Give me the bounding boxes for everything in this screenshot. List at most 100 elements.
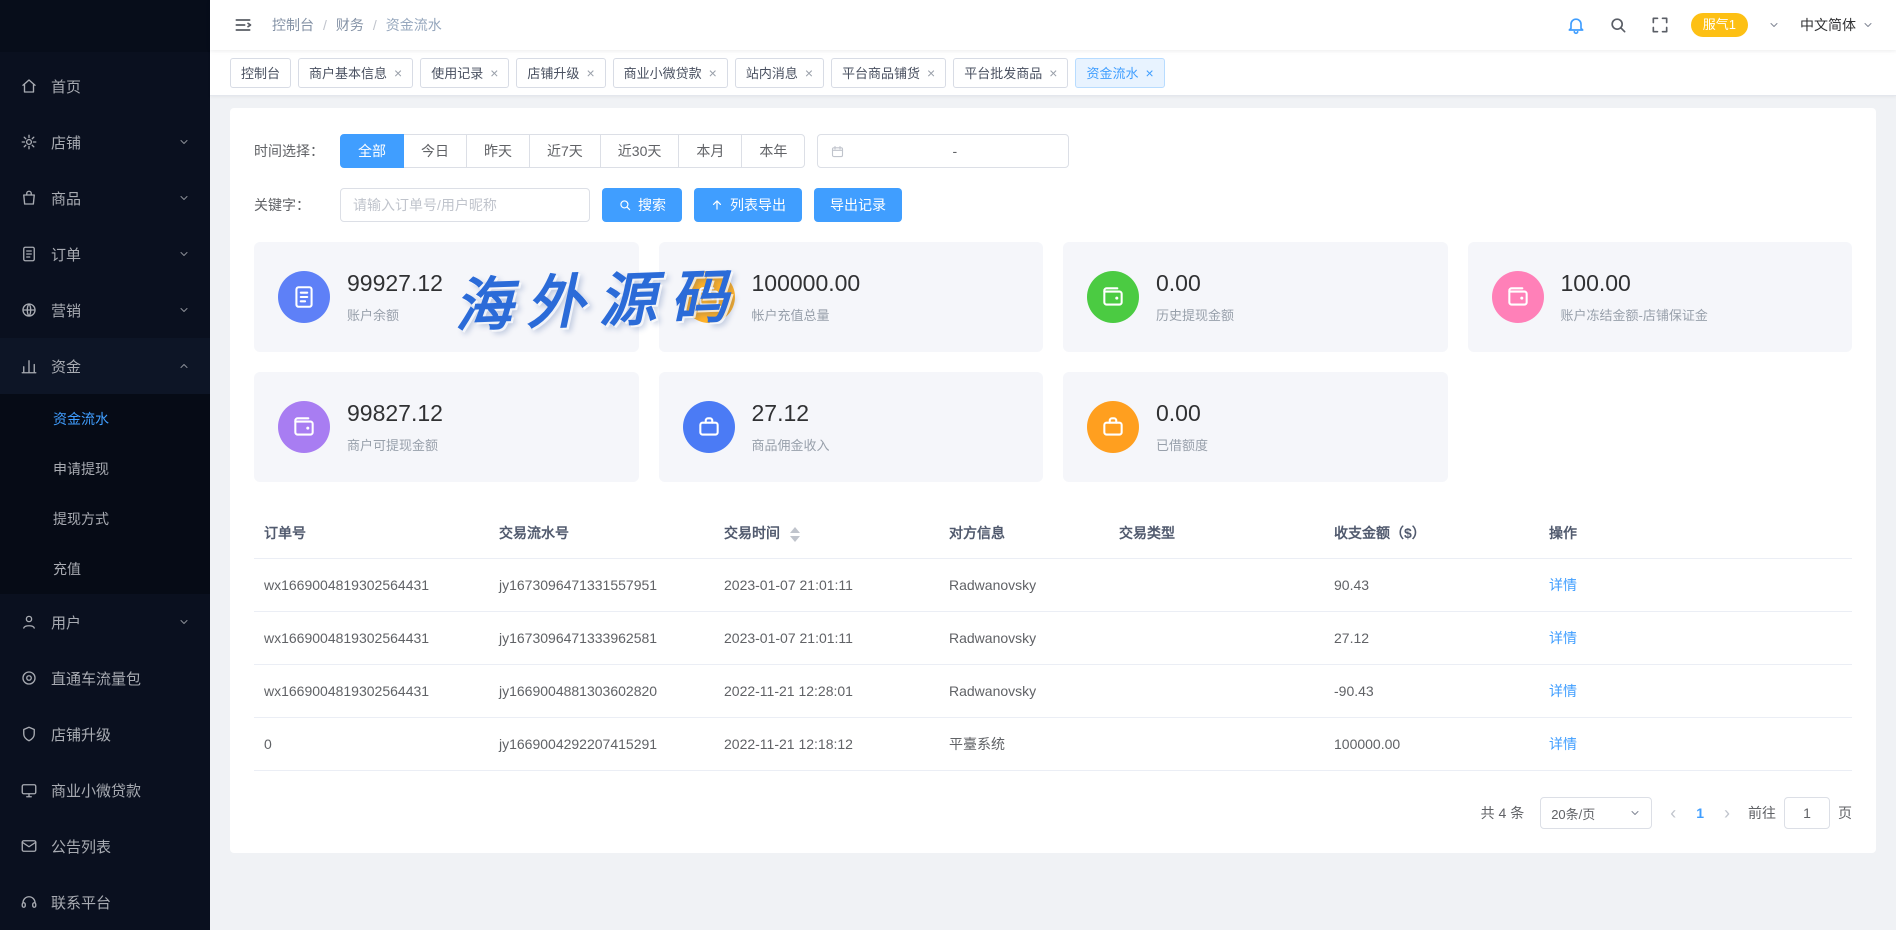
submenu-item-label: 申请提现 xyxy=(53,459,109,479)
cell-flow-no: jy1669004881303602820 xyxy=(489,665,714,718)
date-range-separator: - xyxy=(927,143,984,159)
globe-icon xyxy=(20,301,38,319)
fullscreen-icon[interactable] xyxy=(1649,14,1671,36)
submenu-item-funds-flow[interactable]: 资金流水 xyxy=(0,394,210,444)
tab-platform-wholesale[interactable]: 平台批发商品 × xyxy=(953,58,1068,88)
cell-order-no: 0 xyxy=(254,718,489,771)
tab-funds-flow[interactable]: 资金流水 × xyxy=(1075,58,1164,88)
sidebar-item-announcements[interactable]: 公告列表 xyxy=(0,818,210,874)
time-option-yesterday[interactable]: 昨天 xyxy=(466,134,530,168)
close-icon[interactable]: × xyxy=(490,66,498,80)
tab-label: 商业小微贷款 xyxy=(624,63,702,82)
bell-icon[interactable] xyxy=(1565,14,1587,36)
tab-label: 站内消息 xyxy=(746,63,798,82)
funds-flow-panel: 时间选择： 全部 今日 昨天 近7天 近30天 本月 本年 - xyxy=(230,108,1876,853)
page-size-select[interactable]: 20条/页 xyxy=(1540,797,1652,829)
app-root: 首页 店铺 商品 订单 营销 xyxy=(0,0,1896,930)
next-page-icon[interactable]: › xyxy=(1722,804,1732,822)
time-option-30days[interactable]: 近30天 xyxy=(600,134,680,168)
language-selector[interactable]: 中文简体 xyxy=(1800,15,1874,35)
tab-label: 使用记录 xyxy=(431,63,483,82)
tab-micro-loan[interactable]: 商业小微贷款 × xyxy=(613,58,728,88)
stat-label: 帐户充值总量 xyxy=(752,305,861,324)
prev-page-icon[interactable]: ‹ xyxy=(1668,804,1678,822)
collapse-menu-icon[interactable] xyxy=(232,14,254,36)
sidebar-item-label: 资金 xyxy=(51,356,81,377)
sidebar-item-traffic-package[interactable]: 直通车流量包 xyxy=(0,650,210,706)
time-option-month[interactable]: 本月 xyxy=(678,134,742,168)
column-time[interactable]: 交易时间 xyxy=(714,508,939,559)
cell-order-no: wx1669004819302564431 xyxy=(254,559,489,612)
close-icon[interactable]: × xyxy=(586,66,594,80)
close-icon[interactable]: × xyxy=(805,66,813,80)
stat-card-frozen-deposit: 100.00 账户冻结金额-店铺保证金 xyxy=(1468,242,1853,352)
close-icon[interactable]: × xyxy=(1049,66,1057,80)
column-time-label: 交易时间 xyxy=(724,525,780,541)
sidebar-logo xyxy=(0,0,210,52)
sidebar-item-label: 营销 xyxy=(51,300,81,321)
tab-platform-goods[interactable]: 平台商品铺货 × xyxy=(831,58,946,88)
topbar-actions: 服气1 中文简体 xyxy=(1565,13,1874,37)
time-option-year[interactable]: 本年 xyxy=(741,134,805,168)
goto-page-input[interactable] xyxy=(1784,797,1830,829)
cell-type xyxy=(1109,665,1324,718)
sidebar-item-goods[interactable]: 商品 xyxy=(0,170,210,226)
keyword-input[interactable] xyxy=(340,188,590,222)
sidebar: 首页 店铺 商品 订单 营销 xyxy=(0,0,210,930)
sidebar-item-home[interactable]: 首页 xyxy=(0,58,210,114)
tab-usage-record[interactable]: 使用记录 × xyxy=(420,58,509,88)
sidebar-item-label: 订单 xyxy=(51,244,81,265)
search-button[interactable]: 搜索 xyxy=(602,188,682,222)
stat-label: 账户余额 xyxy=(347,305,443,324)
close-icon[interactable]: × xyxy=(927,66,935,80)
stat-value: 99927.12 xyxy=(347,270,443,297)
tab-site-message[interactable]: 站内消息 × xyxy=(735,58,824,88)
tab-merchant-info[interactable]: 商户基本信息 × xyxy=(298,58,413,88)
export-record-button-label: 导出记录 xyxy=(830,195,886,215)
detail-link[interactable]: 详情 xyxy=(1549,683,1577,699)
detail-link[interactable]: 详情 xyxy=(1549,577,1577,593)
breadcrumb-item[interactable]: 财务 xyxy=(336,15,364,35)
sidebar-item-micro-loan[interactable]: 商业小微贷款 xyxy=(0,762,210,818)
tab-shop-upgrade[interactable]: 店铺升级 × xyxy=(516,58,605,88)
detail-link[interactable]: 详情 xyxy=(1549,736,1577,752)
chevron-down-icon[interactable] xyxy=(1768,19,1780,31)
sidebar-item-shop[interactable]: 店铺 xyxy=(0,114,210,170)
close-icon[interactable]: × xyxy=(394,66,402,80)
submenu-item-withdraw-apply[interactable]: 申请提现 xyxy=(0,444,210,494)
sidebar-item-shop-upgrade[interactable]: 店铺升级 xyxy=(0,706,210,762)
stat-card-balance: 99927.12 账户余额 xyxy=(254,242,639,352)
stat-label: 商品佣金收入 xyxy=(752,435,830,454)
tab-console[interactable]: 控制台 xyxy=(230,58,291,88)
sidebar-item-funds[interactable]: 资金 xyxy=(0,338,210,394)
submenu-item-withdraw-method[interactable]: 提现方式 xyxy=(0,494,210,544)
submenu-item-recharge[interactable]: 充值 xyxy=(0,544,210,594)
export-list-button[interactable]: 列表导出 xyxy=(694,188,802,222)
tab-label: 商户基本信息 xyxy=(309,63,387,82)
time-option-7days[interactable]: 近7天 xyxy=(529,134,601,168)
page-number[interactable]: 1 xyxy=(1694,805,1706,821)
sidebar-item-contact-platform[interactable]: 联系平台 xyxy=(0,874,210,930)
close-icon[interactable]: × xyxy=(709,66,717,80)
search-icon[interactable] xyxy=(1607,14,1629,36)
chevron-down-icon xyxy=(178,136,190,148)
chevron-down-icon xyxy=(1862,19,1874,31)
sidebar-item-users[interactable]: 用户 xyxy=(0,594,210,650)
time-option-all[interactable]: 全部 xyxy=(340,134,404,168)
close-icon[interactable]: × xyxy=(1145,66,1153,80)
bag-icon xyxy=(20,189,38,207)
time-option-today[interactable]: 今日 xyxy=(403,134,467,168)
wallet-icon xyxy=(683,271,735,323)
page-size-value: 20条/页 xyxy=(1551,804,1595,823)
funds-submenu: 资金流水 申请提现 提现方式 充值 xyxy=(0,394,210,594)
sidebar-item-orders[interactable]: 订单 xyxy=(0,226,210,282)
keyword-label: 关键字： xyxy=(254,195,340,215)
export-record-button[interactable]: 导出记录 xyxy=(814,188,902,222)
detail-link[interactable]: 详情 xyxy=(1549,630,1577,646)
user-badge[interactable]: 服气1 xyxy=(1691,13,1748,37)
cell-action: 详情 xyxy=(1539,612,1852,665)
caret-down-icon xyxy=(790,536,800,542)
date-range-picker[interactable]: - xyxy=(817,134,1069,168)
breadcrumb-item[interactable]: 控制台 xyxy=(272,15,314,35)
sidebar-item-marketing[interactable]: 营销 xyxy=(0,282,210,338)
